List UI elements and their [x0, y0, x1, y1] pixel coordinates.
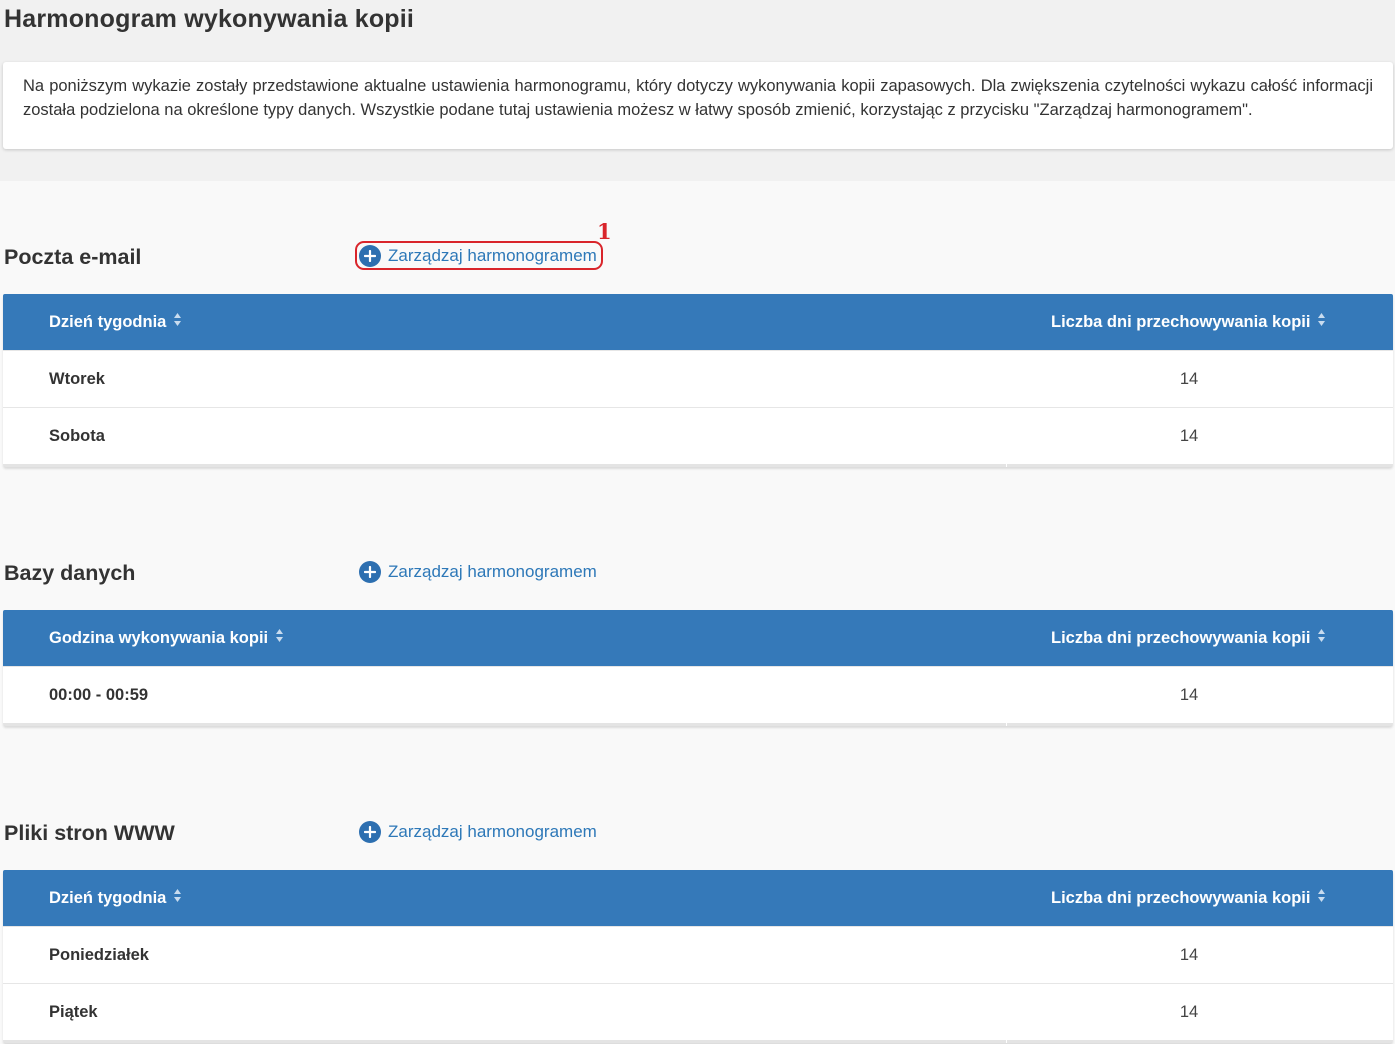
sort-icon — [275, 628, 284, 648]
manage-schedule-label: Zarządzaj harmonogramem — [388, 562, 597, 581]
annotation-number: 1 — [597, 219, 612, 244]
table-header: Dzień tygodnia Liczba dni przechowywania… — [3, 870, 1393, 926]
sort-icon — [1317, 888, 1326, 908]
column-header-retention[interactable]: Liczba dni przechowywania kopii — [1051, 628, 1326, 648]
plus-circle-icon — [359, 244, 381, 267]
manage-schedule-button-databases[interactable]: Zarządzaj harmonogramem — [356, 558, 601, 586]
table-header: Godzina wykonywania kopii Liczba dni prz… — [3, 610, 1393, 666]
info-box: Na poniższym wykazie zostały przedstawio… — [3, 62, 1393, 149]
section-header: Pliki stron WWW Zarządzaj harmonogramem — [3, 807, 1393, 859]
manage-schedule-label: Zarządzaj harmonogramem — [388, 822, 597, 841]
column-header-label: Godzina wykonywania kopii — [49, 628, 269, 647]
table-row: 00:00 - 00:59 14 — [3, 666, 1393, 723]
manage-schedule-button-email[interactable]: Zarządzaj harmonogramem — [355, 241, 603, 270]
sort-icon — [173, 888, 182, 908]
table-row: Wtorek 14 — [3, 350, 1393, 407]
plus-circle-icon — [359, 821, 381, 843]
section-header: Poczta e-mail Zarządzaj harmonogramem 1 — [3, 220, 1393, 283]
table-row: Poniedziałek 14 — [3, 926, 1393, 983]
section-www-files: Pliki stron WWW Zarządzaj harmonogramem … — [3, 807, 1393, 1043]
sort-icon — [173, 312, 182, 332]
cell-retention: 14 — [1179, 369, 1199, 388]
table-header: Dzień tygodnia Liczba dni przechowywania… — [3, 294, 1393, 350]
cell-day: Piątek — [49, 1002, 98, 1021]
sort-icon — [1317, 312, 1326, 332]
schedule-table-www: Dzień tygodnia Liczba dni przechowywania… — [3, 870, 1393, 1043]
table-row: Piątek 14 — [3, 983, 1393, 1040]
cell-day: Poniedziałek — [49, 945, 149, 964]
cell-retention: 14 — [1179, 426, 1199, 445]
cell-day: Wtorek — [49, 369, 105, 388]
section-email: Poczta e-mail Zarządzaj harmonogramem 1 … — [3, 220, 1393, 467]
schedule-table-email: Dzień tygodnia Liczba dni przechowywania… — [3, 294, 1393, 467]
column-divider — [1006, 1040, 1007, 1043]
cell-retention: 14 — [1179, 945, 1199, 964]
section-databases: Bazy danych Zarządzaj harmonogramem Godz… — [3, 547, 1393, 726]
column-header-hour[interactable]: Godzina wykonywania kopii — [49, 628, 284, 648]
section-header: Bazy danych Zarządzaj harmonogramem — [3, 547, 1393, 599]
sort-icon — [1317, 628, 1326, 648]
table-row: Sobota 14 — [3, 407, 1393, 464]
section-title: Pliki stron WWW — [4, 821, 175, 845]
section-title: Bazy danych — [4, 561, 136, 585]
column-divider — [1006, 464, 1007, 467]
schedule-table-databases: Godzina wykonywania kopii Liczba dni prz… — [3, 610, 1393, 726]
column-header-label: Liczba dni przechowywania kopii — [1051, 628, 1311, 647]
column-header-label: Dzień tygodnia — [49, 312, 167, 331]
cell-day: Sobota — [49, 426, 105, 445]
manage-schedule-label: Zarządzaj harmonogramem — [388, 245, 597, 265]
column-divider — [1006, 723, 1007, 726]
column-header-day[interactable]: Dzień tygodnia — [49, 312, 182, 332]
plus-circle-icon — [359, 561, 381, 583]
page-title: Harmonogram wykonywania kopii — [4, 5, 415, 33]
column-header-retention[interactable]: Liczba dni przechowywania kopii — [1051, 312, 1326, 332]
column-header-label: Dzień tygodnia — [49, 888, 167, 907]
column-header-label: Liczba dni przechowywania kopii — [1051, 312, 1311, 331]
column-header-retention[interactable]: Liczba dni przechowywania kopii — [1051, 888, 1326, 908]
cell-hour: 00:00 - 00:59 — [49, 685, 149, 704]
section-title: Poczta e-mail — [4, 245, 142, 269]
manage-schedule-button-www[interactable]: Zarządzaj harmonogramem — [356, 818, 601, 846]
cell-retention: 14 — [1179, 1002, 1199, 1021]
column-header-day[interactable]: Dzień tygodnia — [49, 888, 182, 908]
cell-retention: 14 — [1179, 685, 1199, 704]
column-header-label: Liczba dni przechowywania kopii — [1051, 888, 1311, 907]
